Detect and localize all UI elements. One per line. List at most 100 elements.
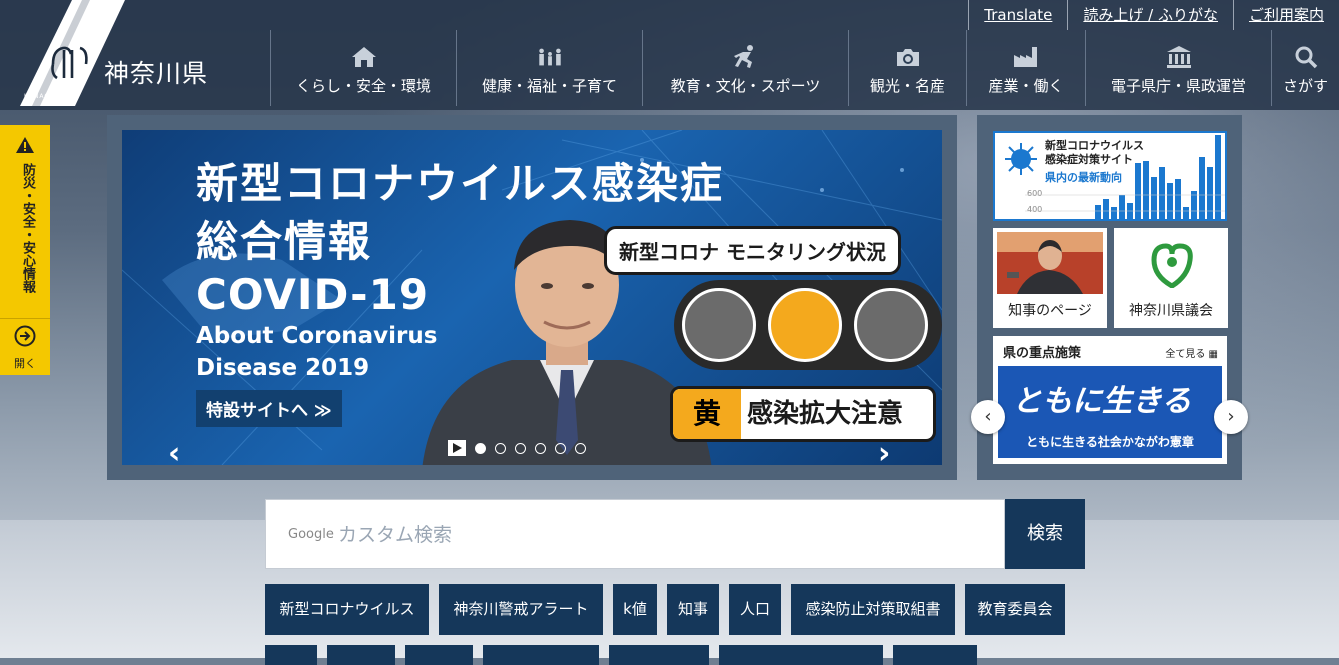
- prefectural-assembly-tile[interactable]: 神奈川県議会: [1114, 228, 1228, 328]
- assembly-logo-icon: [1151, 243, 1193, 288]
- nav-item-label: 観光・名産: [869, 77, 945, 95]
- slider-dot-1[interactable]: [475, 442, 486, 454]
- keyword-chip[interactable]: [327, 645, 395, 665]
- grid-icon: ▦: [1208, 349, 1219, 360]
- keyword-chip[interactable]: [609, 645, 709, 665]
- keyword-chip[interactable]: [265, 645, 317, 665]
- nav-item-label: 健康・福祉・子育て: [481, 77, 617, 95]
- factory-icon: [1014, 47, 1037, 67]
- slider-dot-5[interactable]: [555, 442, 566, 454]
- site-header: 神奈川県 KANAGAWA Translate 読み上げ / ふりがな ご利用案…: [0, 0, 1339, 110]
- policy-carousel-prev[interactable]: ‹: [971, 400, 1005, 434]
- search-icon: [1295, 46, 1317, 69]
- policy-carousel-next[interactable]: ›: [1214, 400, 1248, 434]
- divider: [0, 318, 50, 319]
- nav-item-tourism[interactable]: 観光・名産: [848, 30, 966, 106]
- slider-pagination: [448, 440, 586, 456]
- keyword-chip[interactable]: [719, 645, 883, 665]
- main-slider: 新型コロナウイルス感染症 総合情報 COVID-19 About Coronav…: [107, 115, 957, 480]
- slider-next-button[interactable]: ›: [878, 436, 890, 465]
- runner-icon: [733, 45, 753, 68]
- play-icon[interactable]: [448, 440, 466, 456]
- nav-item-label: さがす: [1282, 77, 1328, 95]
- keyword-chip[interactable]: [405, 645, 473, 665]
- read-aloud-link[interactable]: 読み上げ / ふりがな: [1067, 0, 1233, 30]
- banner-main-text: ともに生きる: [1012, 384, 1192, 419]
- house-icon: [351, 47, 376, 67]
- alert-level-box: 黄 感染拡大注意: [670, 386, 936, 442]
- search-provider-label: Google: [288, 527, 334, 542]
- tomoni-ikiru-banner[interactable]: ともに生きる ともに生きる社会かながわ憲章: [998, 366, 1222, 458]
- keyword-chip[interactable]: k値: [613, 584, 657, 635]
- monitoring-status-label: 新型コロナ モニタリング状況: [604, 226, 901, 275]
- nav-item-living[interactable]: くらし・安全・環境: [270, 30, 456, 106]
- usage-guide-link[interactable]: ご利用案内: [1232, 0, 1339, 30]
- disaster-tab-open-button[interactable]: 開く: [0, 325, 50, 371]
- covid-countermeasure-site-banner[interactable]: 新型コロナウイルス 感染症対策サイト 県内の最新動向 600 400: [993, 131, 1227, 221]
- governor-page-label: 知事のページ: [1008, 303, 1092, 319]
- nav-item-industry[interactable]: 産業・働く: [966, 30, 1085, 106]
- warning-icon: [16, 137, 34, 153]
- government-building-icon: [1166, 46, 1191, 68]
- site-search-box: Google: [265, 499, 1005, 569]
- nav-item-label: 電子県庁・県政運営: [1110, 77, 1246, 95]
- nav-item-health[interactable]: 健康・福祉・子育て: [456, 30, 642, 106]
- nav-item-search[interactable]: さがす: [1271, 30, 1339, 106]
- slide-covid-banner[interactable]: 新型コロナウイルス感染症 総合情報 COVID-19 About Coronav…: [122, 130, 942, 465]
- nav-item-education[interactable]: 教育・文化・スポーツ: [642, 30, 848, 106]
- governor-page-tile[interactable]: 知事のページ: [993, 228, 1107, 328]
- slider-dot-6[interactable]: [575, 442, 586, 454]
- kanagawa-logo-mark: [20, 0, 125, 106]
- key-policies-heading: 県の重点施策: [1003, 346, 1082, 361]
- slider-dot-4[interactable]: [535, 442, 546, 454]
- key-policies-box: 県の重点施策 全て見る ▦ ともに生きる ともに生きる社会かながわ憲章: [993, 336, 1227, 464]
- signal-light-off: [854, 288, 928, 362]
- camera-icon: [896, 49, 919, 66]
- keyword-chip[interactable]: 神奈川警戒アラート: [439, 584, 603, 635]
- slide-title-en: COVID-19: [196, 270, 430, 319]
- nav-item-label: 教育・文化・スポーツ: [670, 77, 821, 95]
- site-name-roman: KANAGAWA: [24, 93, 67, 100]
- search-button[interactable]: 検索: [1005, 499, 1085, 569]
- nav-item-label: くらし・安全・環境: [295, 77, 431, 95]
- utility-links: Translate 読み上げ / ふりがな ご利用案内: [968, 0, 1339, 30]
- assembly-label: 神奈川県議会: [1129, 303, 1213, 319]
- slider-prev-button[interactable]: ‹: [168, 436, 180, 465]
- slide-subtitle-en: About Coronavirus Disease 2019: [196, 320, 437, 384]
- slider-dot-2[interactable]: [495, 442, 506, 454]
- keyword-chip[interactable]: 知事: [667, 584, 719, 635]
- mini-bar-chart: [1025, 135, 1225, 219]
- special-site-button[interactable]: 特設サイトへ ≫: [196, 390, 342, 427]
- search-input[interactable]: [336, 520, 980, 550]
- slider-dot-3[interactable]: [515, 442, 526, 454]
- site-name: 神奈川県: [104, 59, 209, 88]
- keyword-chip[interactable]: [893, 645, 977, 665]
- disaster-info-tab[interactable]: 防災・安全・安心情報 開く: [0, 125, 50, 375]
- disaster-tab-open-label: 開く: [14, 357, 36, 370]
- see-all-link[interactable]: 全て見る ▦: [1165, 345, 1219, 360]
- keyword-chip[interactable]: 新型コロナウイルス: [265, 584, 429, 635]
- arrow-circle-right-icon: [14, 325, 36, 347]
- slide-subtitle-line-2: Disease 2019: [196, 355, 370, 381]
- signal-light-off: [682, 288, 756, 362]
- banner-subtitle: ともに生きる社会かながわ憲章: [1026, 435, 1194, 449]
- site-logo-link[interactable]: 神奈川県 KANAGAWA: [0, 0, 270, 110]
- traffic-signal: [674, 280, 942, 370]
- keyword-chip[interactable]: [483, 645, 599, 665]
- keyword-chip[interactable]: 人口: [729, 584, 781, 635]
- family-icon: [538, 48, 561, 66]
- nav-item-e-government[interactable]: 電子県庁・県政運営: [1085, 30, 1271, 106]
- side-panel: 新型コロナウイルス 感染症対策サイト 県内の最新動向 600 400 知事のペー…: [971, 115, 1248, 480]
- keyword-chip[interactable]: 感染防止対策取組書: [791, 584, 955, 635]
- alert-level-text: 感染拡大注意: [747, 399, 904, 429]
- disaster-tab-label: 防災・安全・安心情報: [20, 163, 35, 293]
- slide-subtitle-line-1: About Coronavirus: [196, 323, 438, 349]
- global-nav: くらし・安全・環境 健康・福祉・子育て 教育・文化・スポーツ 観光・名産 産業・…: [270, 30, 1339, 106]
- alert-level-color: 黄: [673, 389, 741, 439]
- slide-title-2: 総合情報: [196, 217, 373, 266]
- governor-thumbnail: [997, 232, 1103, 294]
- keyword-chip[interactable]: 教育委員会: [965, 584, 1065, 635]
- translate-link[interactable]: Translate: [968, 0, 1067, 30]
- slide-title: 新型コロナウイルス感染症: [196, 159, 725, 208]
- see-all-label: 全て見る: [1165, 349, 1206, 360]
